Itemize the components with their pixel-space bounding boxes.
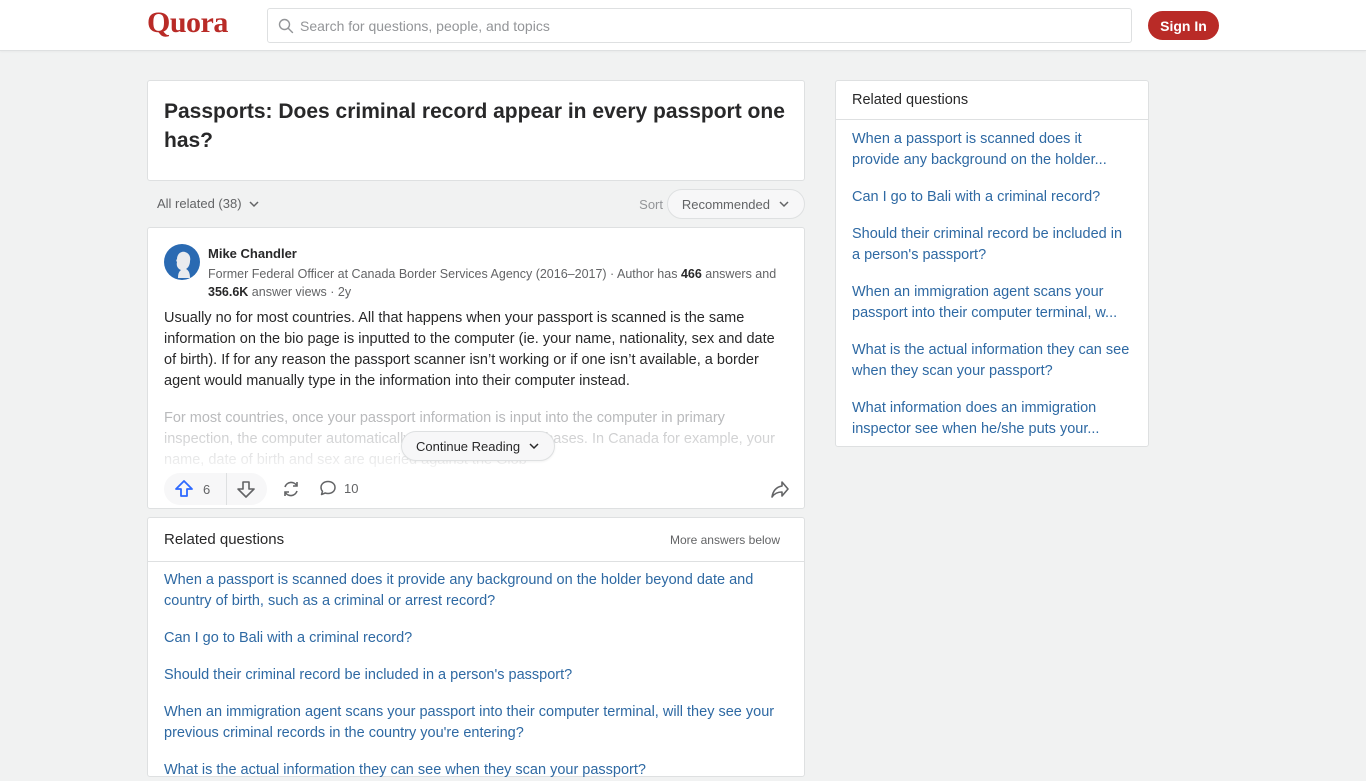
answer-card: Mike Chandler Former Federal Officer at … bbox=[147, 227, 805, 509]
user-silhouette-icon bbox=[176, 251, 191, 278]
more-answers-below-label: More answers below bbox=[669, 533, 780, 547]
upvote-button[interactable]: 6 bbox=[164, 473, 227, 505]
related-question-link[interactable]: When a passport is scanned does it provi… bbox=[164, 570, 784, 612]
answers-filter-bar: All related (38) Sort Recommended bbox=[147, 189, 805, 219]
related-question-link[interactable]: Should their criminal record be included… bbox=[164, 665, 784, 686]
upvote-count: 6 bbox=[203, 481, 211, 497]
sort-value: Recommended bbox=[681, 196, 770, 212]
share-arrow-icon bbox=[771, 481, 789, 498]
top-navigation-bar: Quora Sign In bbox=[0, 0, 1366, 51]
quora-logo[interactable]: Quora bbox=[147, 6, 228, 40]
author-credentials: Former Federal Officer at Canada Border … bbox=[208, 265, 793, 301]
sidebar-question-link[interactable]: What information does an immigration ins… bbox=[852, 398, 1132, 440]
views-count: 356.6K bbox=[208, 285, 249, 299]
comments-button[interactable]: 10 bbox=[319, 479, 358, 497]
share-button[interactable] bbox=[770, 479, 790, 504]
downvote-arrow-icon bbox=[237, 481, 255, 498]
continue-reading-label: Continue Reading bbox=[416, 438, 521, 454]
sidebar-question-link[interactable]: When an immigration agent scans your pas… bbox=[852, 282, 1132, 324]
answer-actions: 6 10 bbox=[164, 473, 790, 505]
answers-count: 466 bbox=[680, 267, 702, 281]
vote-group: 6 bbox=[164, 473, 267, 505]
downvote-button[interactable] bbox=[227, 473, 265, 505]
related-questions-card: Related questions More answers below Whe… bbox=[147, 517, 805, 778]
sidebar-question-link[interactable]: Can I go to Bali with a criminal record? bbox=[852, 187, 1132, 208]
comment-count: 10 bbox=[344, 480, 359, 496]
sort-dropdown[interactable]: Recommended bbox=[666, 189, 805, 219]
sidebar-question-link[interactable]: When a passport is scanned does it provi… bbox=[852, 129, 1132, 171]
sidebar-title: Related questions bbox=[852, 92, 969, 108]
credential-text: answers and bbox=[701, 267, 777, 281]
continue-reading-button[interactable]: Continue Reading bbox=[401, 431, 556, 461]
related-questions-list: When a passport is scanned does it provi… bbox=[148, 562, 804, 781]
upvote-arrow-icon bbox=[175, 480, 193, 497]
chevron-down-icon bbox=[529, 443, 539, 450]
credential-text: answer views · 2y bbox=[248, 285, 352, 299]
related-question-link[interactable]: Can I go to Bali with a criminal record? bbox=[164, 628, 784, 649]
answer-paragraph: Usually no for most countries. All that … bbox=[164, 310, 775, 389]
sidebar-questions-list: When a passport is scanned does it provi… bbox=[836, 120, 1148, 440]
sort-label: Sort bbox=[639, 197, 663, 212]
reshare-button[interactable] bbox=[281, 479, 301, 504]
sidebar-question-link[interactable]: What is the actual information they can … bbox=[852, 340, 1132, 382]
related-questions-header: Related questions More answers below bbox=[148, 518, 804, 562]
related-questions-title: Related questions bbox=[164, 531, 285, 548]
reshare-icon bbox=[284, 481, 298, 497]
related-question-link[interactable]: When an immigration agent scans your pas… bbox=[164, 702, 784, 744]
all-related-dropdown[interactable]: All related (38) bbox=[157, 196, 260, 211]
chevron-down-icon bbox=[779, 201, 789, 208]
search-input[interactable] bbox=[300, 17, 1100, 34]
sidebar-header: Related questions bbox=[836, 81, 1148, 120]
sidebar-question-link[interactable]: Should their criminal record be included… bbox=[852, 224, 1132, 266]
credential-text: Former Federal Officer at Canada Border … bbox=[208, 267, 681, 281]
sidebar-related-questions: Related questions When a passport is sca… bbox=[835, 80, 1149, 447]
search-icon bbox=[278, 18, 294, 33]
chevron-down-icon bbox=[249, 200, 259, 207]
all-related-label: All related (38) bbox=[157, 196, 242, 211]
answer-body: Usually no for most countries. All that … bbox=[164, 308, 786, 407]
related-question-link[interactable]: What is the actual information they can … bbox=[164, 760, 784, 781]
question-title: Passports: Does criminal record appear i… bbox=[164, 100, 785, 152]
comment-bubble-icon bbox=[320, 480, 336, 496]
author-name[interactable]: Mike Chandler bbox=[208, 246, 297, 261]
author-avatar[interactable] bbox=[164, 244, 200, 280]
search-bar[interactable] bbox=[267, 8, 1132, 43]
sign-in-button[interactable]: Sign In bbox=[1148, 11, 1219, 40]
question-card: Passports: Does criminal record appear i… bbox=[147, 80, 805, 181]
